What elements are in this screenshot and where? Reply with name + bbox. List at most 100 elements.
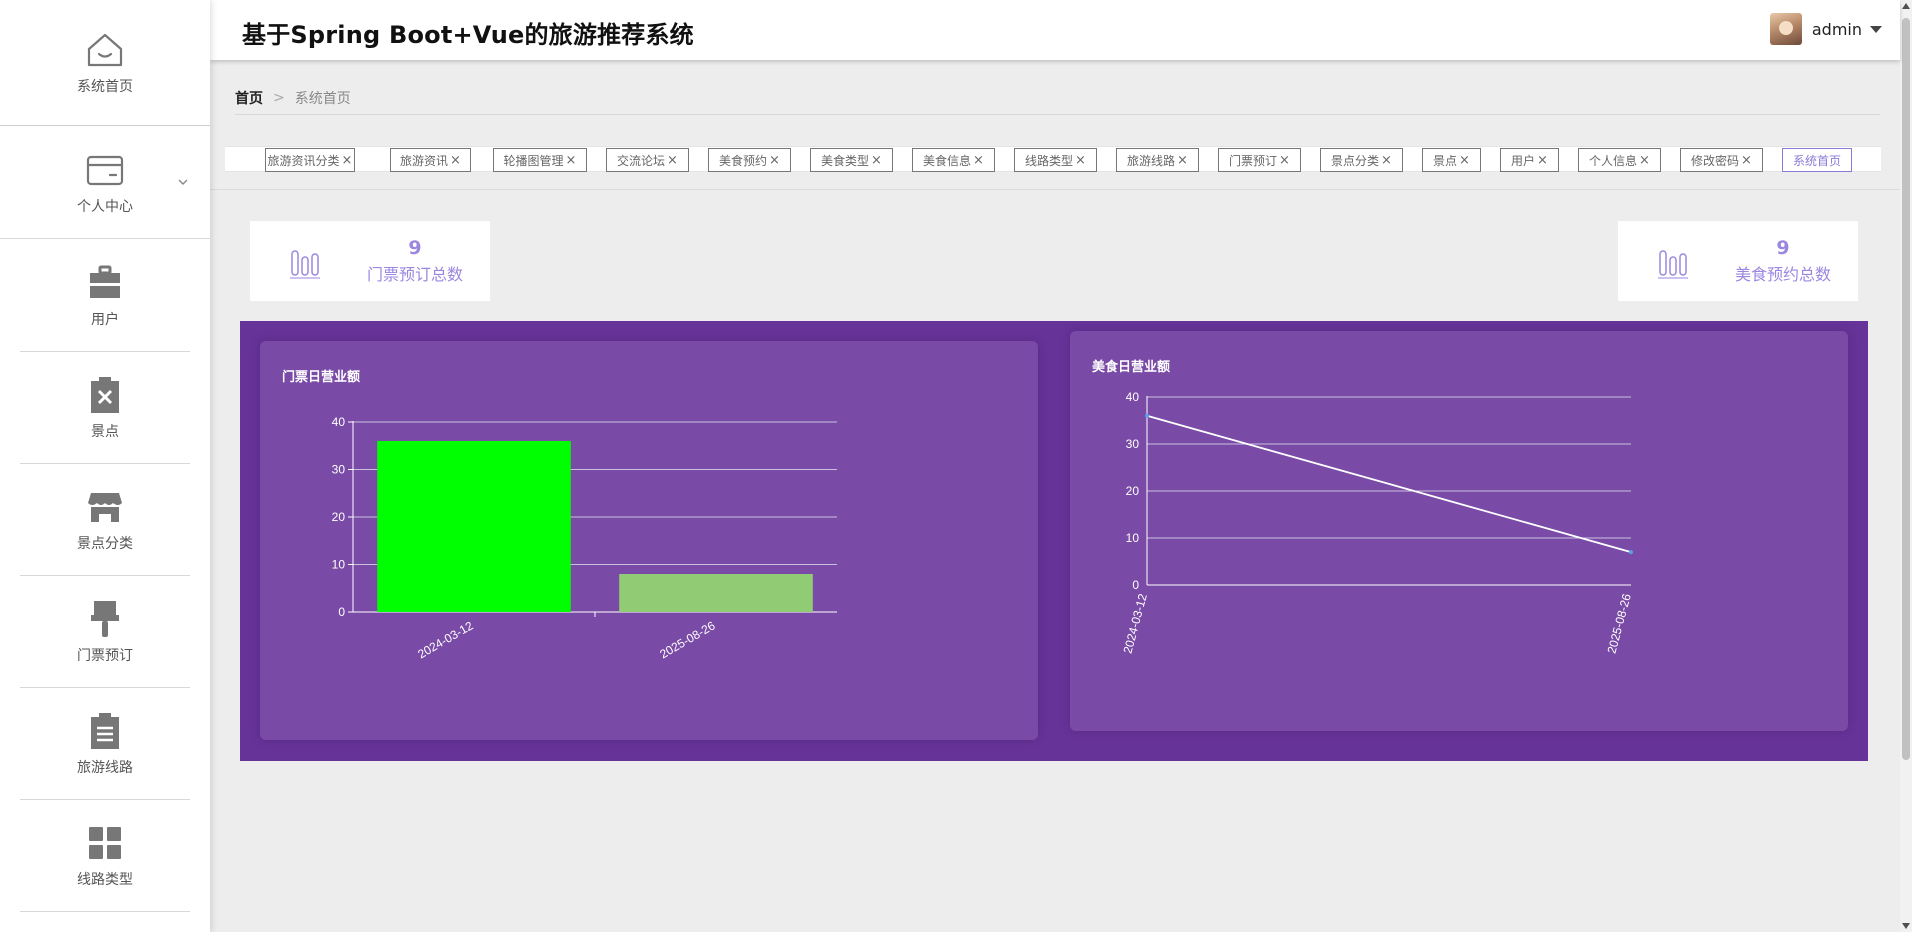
stat-label: 门票预订总数 [366, 265, 463, 284]
tag-food-info[interactable]: 美食信息 × [912, 148, 995, 172]
tag-label: 门票预订 [1229, 153, 1278, 168]
clipboard-list-icon [91, 712, 119, 749]
breadcrumb-current: 系统首页 [294, 91, 351, 107]
close-icon[interactable]: × [342, 153, 353, 168]
data-point [1629, 550, 1633, 555]
breadcrumb-home[interactable]: 首页 [235, 88, 263, 108]
tags-bar: 旅游资讯分类 × 旅游资讯 × 轮播图管理 × 交流论坛 × 美食预约 × 美食类型 × 美… [225, 146, 1881, 172]
ticket-revenue-chart: 0 10 20 30 40 2024-03-12 2025-08-26 [332, 415, 837, 661]
stat-card-food: 9 美食预约总数 [1618, 221, 1858, 301]
sidebar-item-home[interactable]: 系统首页 [0, 0, 210, 126]
tag-news[interactable]: 旅游资讯 × [390, 148, 471, 172]
tag-label: 个人信息 [1589, 153, 1638, 168]
close-icon[interactable]: × [1537, 153, 1548, 168]
stat-value: 9 [408, 237, 422, 259]
wallet-icon [86, 155, 124, 185]
sidebar-item-label: 景点 [91, 423, 119, 440]
close-icon[interactable]: × [667, 153, 678, 168]
sidebar-item-label: 系统首页 [77, 78, 133, 95]
tag-label: 修改密码 [1691, 153, 1740, 168]
sidebar-item-personal[interactable]: 个人中心 [0, 127, 210, 239]
home-icon [87, 33, 123, 66]
tag-label: 交流论坛 [617, 153, 666, 168]
x-tick-label: 2025-08-26 [1604, 592, 1633, 655]
tag-scenic-category[interactable]: 景点分类 × [1320, 148, 1403, 172]
scroll-down-arrow-icon[interactable] [1902, 923, 1910, 929]
caret-down-icon [1870, 25, 1882, 33]
tag-dashboard-active[interactable]: 系统首页 [1782, 148, 1852, 172]
tag-change-password[interactable]: 修改密码 × [1680, 148, 1763, 172]
page-scrollbar[interactable] [1900, 0, 1912, 932]
sidebar-item-label: 个人中心 [77, 198, 133, 215]
scroll-up-arrow-icon[interactable] [1902, 3, 1910, 9]
grid-icon [89, 826, 121, 859]
tag-food-booking[interactable]: 美食预约 × [708, 148, 791, 172]
breadcrumb-divider [235, 114, 1880, 115]
close-icon[interactable]: × [1381, 153, 1392, 168]
close-icon[interactable]: × [1177, 153, 1188, 168]
app-title: 基于Spring Boot+Vue的旅游推荐系统 [242, 21, 694, 49]
close-icon[interactable]: × [871, 153, 882, 168]
tag-label: 旅游资讯 [400, 153, 449, 168]
y-tick-label: 30 [332, 463, 346, 477]
x-tick-label: 2024-03-12 [1120, 592, 1149, 655]
tag-label: 景点 [1433, 153, 1458, 168]
close-icon[interactable]: × [1459, 153, 1470, 168]
sidebar-item-label: 门票预订 [77, 647, 133, 664]
top-header: 基于Spring Boot+Vue的旅游推荐系统 admin [210, 0, 1900, 60]
tag-label: 美食类型 [821, 153, 870, 168]
y-tick-label: 40 [332, 415, 346, 429]
stat-label: 美食预约总数 [1734, 265, 1831, 284]
sidebar-item-route[interactable]: 旅游线路 [20, 688, 190, 800]
close-icon[interactable]: × [1075, 153, 1086, 168]
sidebar-item-scenic-category[interactable]: 景点分类 [20, 464, 190, 576]
user-name: admin [1811, 19, 1862, 39]
tag-news-category[interactable]: 旅游资讯分类 × [265, 148, 355, 172]
close-icon[interactable]: × [566, 153, 577, 168]
tag-label: 旅游线路 [1127, 153, 1176, 168]
close-icon[interactable]: × [1639, 153, 1650, 168]
sidebar-item-route-type[interactable]: 线路类型 [20, 800, 190, 912]
stat-text: 9 门票预订总数 [350, 237, 480, 285]
bar-chart-icon [1658, 250, 1688, 279]
y-tick-label: 10 [1126, 531, 1140, 545]
tag-food-type[interactable]: 美食类型 × [810, 148, 893, 172]
y-tick-label: 30 [1126, 437, 1140, 451]
tag-label: 美食预约 [719, 153, 768, 168]
tag-forum[interactable]: 交流论坛 × [606, 148, 689, 172]
tag-route[interactable]: 旅游线路 × [1116, 148, 1199, 172]
sidebar-item-label: 旅游线路 [77, 759, 133, 776]
user-menu[interactable]: admin [1769, 13, 1882, 45]
tag-label: 用户 [1511, 153, 1536, 168]
tag-label: 景点分类 [1331, 153, 1380, 168]
tag-user[interactable]: 用户 × [1500, 148, 1559, 172]
tag-label: 轮播图管理 [503, 153, 564, 168]
tag-ticket[interactable]: 门票预订 × [1218, 148, 1301, 172]
scroll-thumb[interactable] [1902, 18, 1910, 760]
tag-label: 线路类型 [1025, 153, 1074, 168]
y-tick-label: 10 [332, 558, 346, 572]
ticket-revenue-panel: 门票日营业额 0 10 20 30 40 2024-03-12 2025-08-26 [260, 341, 1038, 740]
close-icon[interactable]: × [1279, 153, 1290, 168]
y-tick-label: 40 [1126, 390, 1140, 404]
sidebar-item-scenic[interactable]: 景点 [20, 352, 190, 464]
close-icon[interactable]: × [450, 153, 461, 168]
tag-scenic[interactable]: 景点 × [1422, 148, 1481, 172]
stat-text: 9 美食预约总数 [1718, 237, 1848, 285]
stat-card-ticket: 9 门票预订总数 [250, 221, 490, 301]
sidebar: 系统首页 个人中心 用户 景点 景点分类 门票预订 旅游线路 线路类型 [0, 0, 210, 932]
sidebar-item-label: 用户 [91, 311, 119, 328]
close-icon[interactable]: × [769, 153, 780, 168]
data-point [1145, 413, 1149, 418]
sidebar-item-user[interactable]: 用户 [20, 240, 190, 352]
x-tick-label: 2025-08-26 [657, 618, 717, 661]
breadcrumb-separator: > [273, 90, 285, 106]
tag-route-type[interactable]: 线路类型 × [1014, 148, 1097, 172]
close-icon[interactable]: × [1741, 153, 1752, 168]
sidebar-item-label: 线路类型 [77, 871, 133, 888]
close-icon[interactable]: × [973, 153, 984, 168]
sidebar-item-ticket[interactable]: 门票预订 [20, 576, 190, 688]
tag-carousel[interactable]: 轮播图管理 × [493, 148, 587, 172]
y-tick-label: 0 [338, 605, 345, 619]
tag-profile[interactable]: 个人信息 × [1578, 148, 1661, 172]
